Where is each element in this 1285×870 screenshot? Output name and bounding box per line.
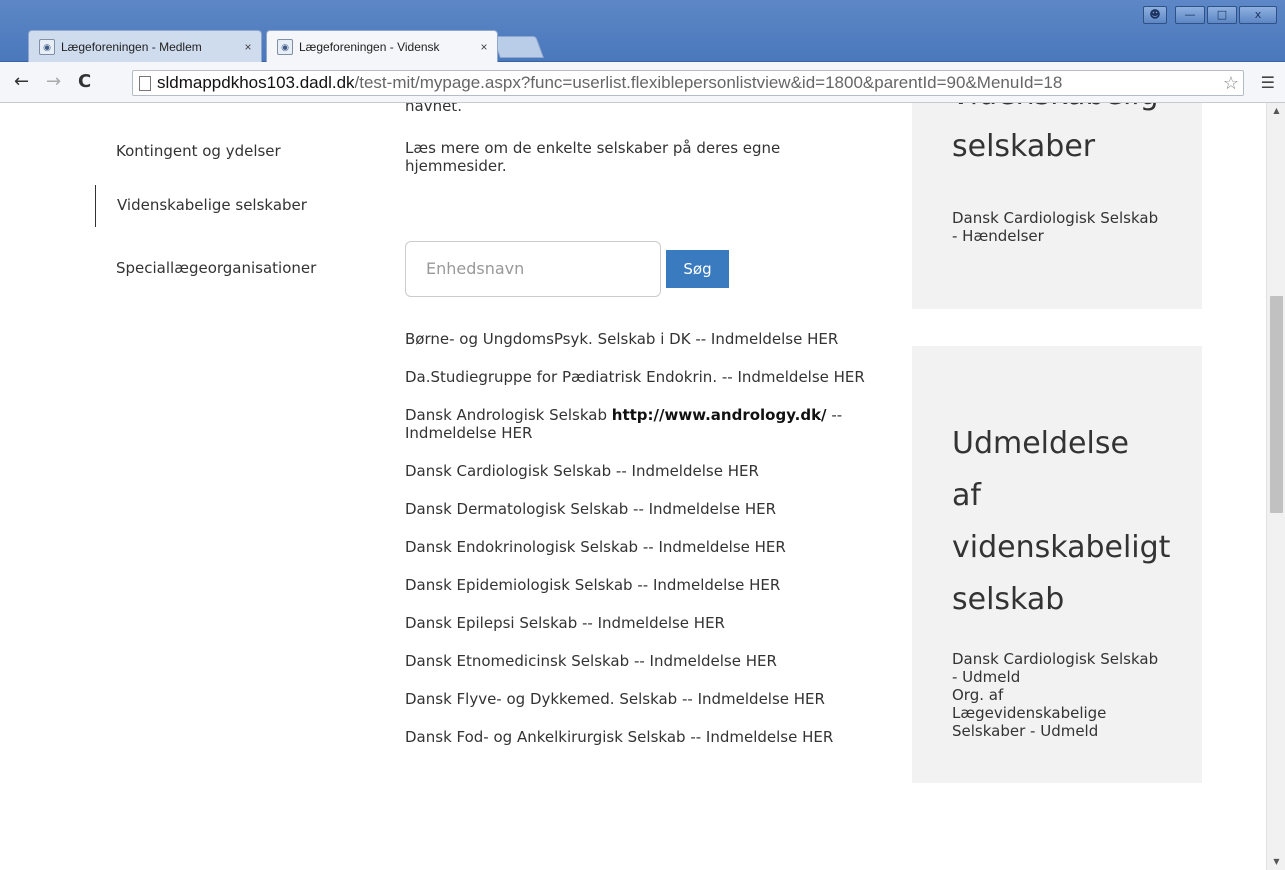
unsubscribe-link-lvs[interactable]: Org. af Lægevidenskabelige Selskaber - U… [952, 686, 1162, 740]
list-item: Dansk Andrologisk Selskab http://www.and… [405, 406, 875, 442]
tab-close-icon[interactable]: × [477, 40, 491, 54]
signup-link[interactable]: -- Indmeldelse HER [682, 690, 825, 708]
back-arrow-icon[interactable]: ← [14, 72, 29, 92]
scroll-down-icon[interactable]: ▼ [1267, 854, 1285, 870]
list-item: Dansk Flyve- og Dykkemed. Selskab -- Ind… [405, 690, 875, 708]
society-website-link[interactable]: http://www.andrology.dk/ [612, 406, 827, 424]
tab-title: Lægeforeningen - Vidensk [299, 39, 440, 54]
signup-link[interactable]: -- Indmeldelse HER [582, 614, 725, 632]
society-name: Dansk Dermatologisk Selskab [405, 500, 629, 518]
box-heading: Udmeldelse af videnskabeligt selskab [952, 426, 1171, 617]
society-name: Dansk Endokrinologisk Selskab [405, 538, 639, 556]
search-input[interactable]: Enhedsnavn [405, 241, 661, 297]
box-heading-cut: videnskabelige [952, 103, 1162, 121]
window-controls: ☻ — □ x [1143, 6, 1277, 24]
url-path: /test-mit/mypage.aspx?func=userlist.flex… [354, 73, 1063, 92]
intro-text: Læs mere om de enkelte selskaber på dere… [405, 139, 781, 175]
sidebar-item-videnskabelige-selskaber[interactable]: Videnskabelige selskaber [95, 185, 355, 227]
forward-arrow-icon[interactable]: → [46, 72, 61, 92]
signup-link[interactable]: -- Indmeldelse HER [637, 576, 780, 594]
sidebar-item-speciallaegeorganisationer[interactable]: Speciallægeorganisationer [95, 258, 355, 278]
sidebar-item-kontingent[interactable]: Kontingent og ydelser [95, 141, 355, 161]
events-link[interactable]: Dansk Cardiologisk Selskab - Hændelser [952, 209, 1162, 245]
bookmark-star-icon[interactable]: ☆ [1223, 73, 1239, 94]
page-favicon-icon: ◉ [277, 38, 293, 55]
society-name: Dansk Epilepsi Selskab [405, 614, 578, 632]
intro-fragment-text: navnet. [405, 103, 462, 111]
browser-chrome: ☻ — □ x ◉ Lægeforeningen - Medlem × ◉ Læ… [0, 0, 1285, 103]
tab-title: Lægeforeningen - Medlem [61, 39, 202, 54]
society-name: Dansk Epidemiologisk Selskab [405, 576, 633, 594]
society-name: Børne- og UngdomsPsyk. Selskab i DK [405, 330, 691, 348]
address-bar[interactable]: sldmappdkhos103.dadl.dk /test-mit/mypage… [132, 70, 1244, 96]
list-item: Da.Studiegruppe for Pædiatrisk Endokrin.… [405, 368, 875, 386]
new-tab-button[interactable] [491, 36, 545, 58]
unsubscribe-link-cardiology[interactable]: Dansk Cardiologisk Selskab - Udmeld [952, 650, 1162, 686]
page-viewport: Kontingent og ydelser Videnskabelige sel… [0, 103, 1266, 870]
browser-toolbar: ← → C sldmappdkhos103.dadl.dk /test-mit/… [0, 62, 1285, 103]
close-window-icon[interactable]: x [1239, 6, 1277, 24]
vertical-scrollbar[interactable]: ▲ ▼ [1266, 103, 1285, 870]
society-name: Dansk Etnomedicinsk Selskab [405, 652, 630, 670]
society-name: Dansk Flyve- og Dykkemed. Selskab [405, 690, 678, 708]
url-host: sldmappdkhos103.dadl.dk [157, 73, 355, 92]
society-name: Dansk Cardiologisk Selskab [405, 462, 612, 480]
user-profile-icon[interactable]: ☻ [1143, 6, 1167, 24]
maximize-icon[interactable]: □ [1207, 6, 1237, 24]
box-heading-wrap: videnskabelige selskaber [952, 103, 1162, 185]
list-item: Dansk Endokrinologisk Selskab -- Indmeld… [405, 538, 875, 556]
signup-link[interactable]: -- Indmeldelse HER [633, 500, 776, 518]
list-item: Dansk Dermatologisk Selskab -- Indmeldel… [405, 500, 875, 518]
search-button[interactable]: Søg [666, 250, 729, 288]
signup-link[interactable]: -- Indmeldelse HER [690, 728, 833, 746]
reload-icon[interactable]: C [78, 72, 91, 92]
list-item: Børne- og UngdomsPsyk. Selskab i DK -- I… [405, 330, 875, 348]
page-favicon-icon: ◉ [39, 38, 55, 55]
tab-close-icon[interactable]: × [241, 40, 255, 54]
society-list: Børne- og UngdomsPsyk. Selskab i DK -- I… [405, 330, 875, 766]
list-item: Dansk Epilepsi Selskab -- Indmeldelse HE… [405, 614, 875, 632]
tab-videnskabelige[interactable]: ◉ Lægeforeningen - Vidensk × [266, 30, 498, 62]
signup-link[interactable]: -- Indmeldelse HER [634, 652, 777, 670]
list-item: Dansk Epidemiologisk Selskab -- Indmelde… [405, 576, 875, 594]
intro-fragment: navnet. [405, 103, 875, 111]
signup-link[interactable]: -- Indmeldelse HER [643, 538, 786, 556]
societies-events-box: videnskabelige selskaber Dansk Cardiolog… [912, 103, 1202, 309]
list-item: Dansk Cardiologisk Selskab -- Indmeldels… [405, 462, 875, 480]
society-name: Da.Studiegruppe for Pædiatrisk Endokrin. [405, 368, 718, 386]
list-item: Dansk Etnomedicinsk Selskab -- Indmeldel… [405, 652, 875, 670]
signup-link[interactable]: -- Indmeldelse HER [695, 330, 838, 348]
signup-link[interactable]: -- Indmeldelse HER [616, 462, 759, 480]
minimize-icon[interactable]: — [1175, 6, 1205, 24]
browser-menu-icon[interactable]: ☰ [1261, 73, 1275, 92]
box-heading: selskaber [952, 129, 1096, 164]
tab-medlem[interactable]: ◉ Lægeforeningen - Medlem × [28, 30, 262, 62]
list-item: Dansk Fod- og Ankelkirurgisk Selskab -- … [405, 728, 875, 746]
page-icon [139, 75, 151, 91]
unsubscribe-box: Udmeldelse af videnskabeligt selskab Dan… [912, 346, 1202, 783]
society-name: Dansk Andrologisk Selskab [405, 406, 607, 424]
scroll-up-icon[interactable]: ▲ [1267, 103, 1285, 119]
society-name: Dansk Fod- og Ankelkirurgisk Selskab [405, 728, 686, 746]
signup-link[interactable]: -- Indmeldelse HER [722, 368, 865, 386]
scroll-thumb[interactable] [1270, 296, 1283, 513]
